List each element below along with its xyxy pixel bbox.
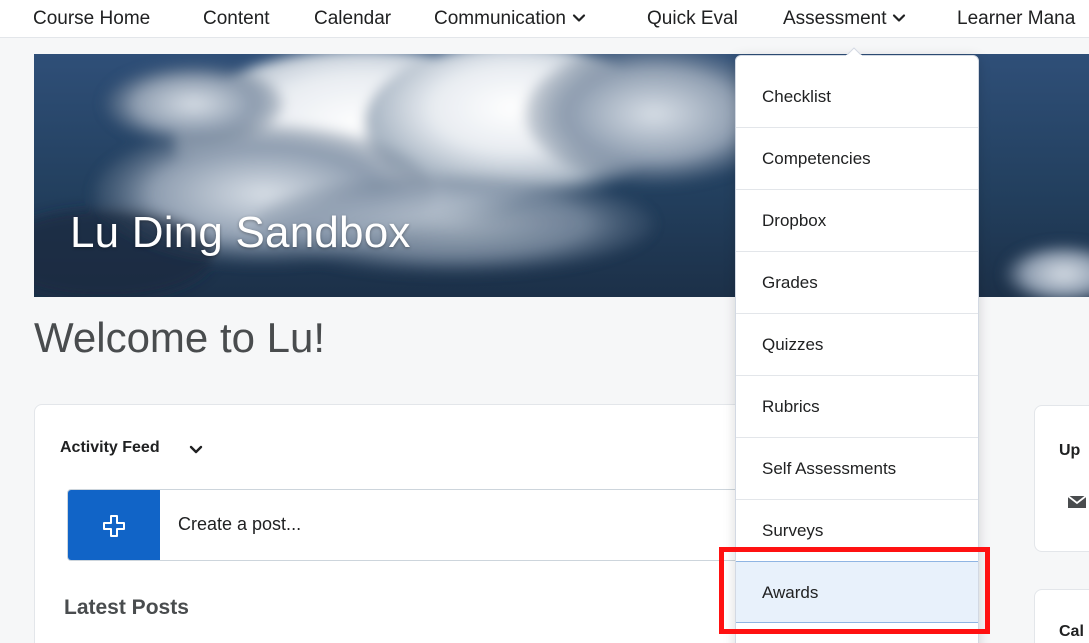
chevron-down-icon bbox=[572, 14, 586, 22]
updates-card: Up bbox=[1034, 405, 1089, 552]
create-post-button[interactable] bbox=[68, 490, 160, 560]
menu-item-checklist[interactable]: Checklist bbox=[736, 66, 978, 128]
latest-posts-heading: Latest Posts bbox=[64, 596, 189, 619]
calendar-card: Cal bbox=[1034, 589, 1089, 643]
envelope-icon[interactable] bbox=[1067, 494, 1087, 510]
nav-course-home-label: Course Home bbox=[33, 8, 151, 29]
chevron-down-icon[interactable] bbox=[188, 443, 204, 457]
menu-item-quizzes[interactable]: Quizzes bbox=[736, 314, 978, 376]
nav-course-home[interactable]: Course Home bbox=[33, 6, 150, 32]
welcome-heading: Welcome to Lu! bbox=[34, 314, 326, 361]
chevron-down-icon bbox=[893, 14, 906, 22]
nav-calendar-label: Calendar bbox=[314, 8, 392, 29]
menu-item-competencies[interactable]: Competencies bbox=[736, 128, 978, 190]
nav-quick-eval[interactable]: Quick Eval bbox=[647, 6, 738, 32]
nav-communication[interactable]: Communication bbox=[434, 6, 586, 32]
page-root: Course Home Content Calendar Communicati… bbox=[0, 0, 1089, 643]
course-navbar: Course Home Content Calendar Communicati… bbox=[0, 0, 1089, 38]
menu-item-surveys[interactable]: Surveys bbox=[736, 500, 978, 562]
nav-communication-label: Communication bbox=[434, 8, 566, 29]
create-post-placeholder: Create a post... bbox=[178, 514, 302, 534]
activity-feed-heading[interactable]: Activity Feed bbox=[60, 439, 160, 457]
assessment-dropdown-menu: Checklist Competencies Dropbox Grades Qu… bbox=[735, 55, 979, 643]
nav-content[interactable]: Content bbox=[203, 6, 270, 32]
nav-calendar[interactable]: Calendar bbox=[314, 6, 391, 32]
course-title: Lu Ding Sandbox bbox=[70, 208, 411, 257]
plus-icon bbox=[103, 515, 125, 537]
nav-content-label: Content bbox=[203, 8, 270, 29]
nav-learner-management[interactable]: Learner Mana bbox=[957, 6, 1075, 32]
calendar-card-label: Cal bbox=[1059, 623, 1084, 640]
nav-quick-eval-label: Quick Eval bbox=[647, 8, 738, 29]
menu-item-rubrics[interactable]: Rubrics bbox=[736, 376, 978, 438]
menu-item-dropbox[interactable]: Dropbox bbox=[736, 190, 978, 252]
menu-item-self-assessments[interactable]: Self Assessments bbox=[736, 438, 978, 500]
nav-assessment[interactable]: Assessment bbox=[783, 6, 906, 32]
menu-item-grades[interactable]: Grades bbox=[736, 252, 978, 314]
dropdown-caret bbox=[846, 47, 862, 63]
menu-item-awards[interactable]: Awards bbox=[736, 561, 978, 623]
nav-assessment-label: Assessment bbox=[783, 8, 887, 29]
nav-learner-management-label: Learner Mana bbox=[957, 8, 1076, 29]
updates-card-label: Up bbox=[1059, 442, 1081, 459]
